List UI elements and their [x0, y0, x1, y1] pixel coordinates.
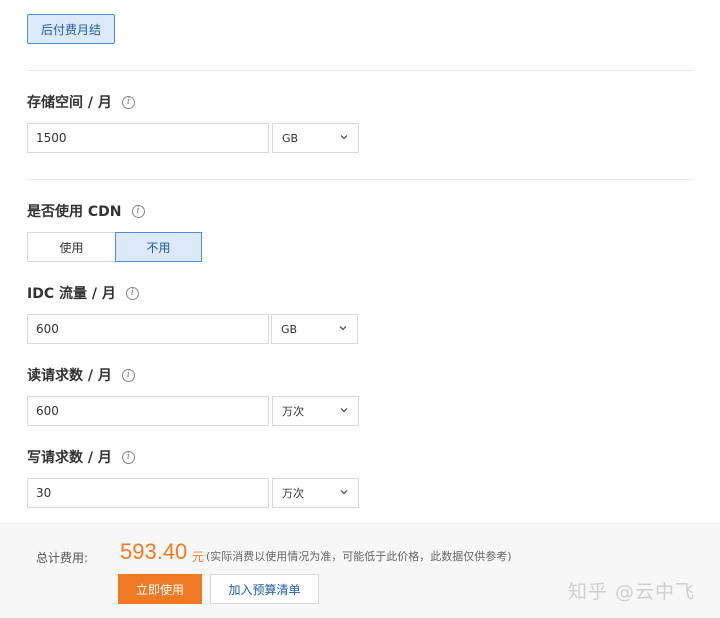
- info-icon[interactable]: i: [125, 286, 139, 300]
- divider: [27, 179, 693, 180]
- info-icon[interactable]: i: [121, 450, 135, 464]
- cdn-label-row: 是否使用 CDN i: [27, 201, 145, 221]
- storage-unit-value: GB: [282, 131, 299, 145]
- cdn-option-not-use[interactable]: 不用: [115, 232, 202, 262]
- watermark: 知乎 @云中飞: [568, 581, 696, 603]
- chevron-down-icon: [340, 408, 348, 413]
- add-to-budget-button[interactable]: 加入预算清单: [210, 574, 319, 604]
- storage-label: 存储空间 / 月: [27, 95, 112, 111]
- write-label-row: 写请求数 / 月 i: [27, 447, 135, 467]
- storage-unit-select[interactable]: GB: [272, 123, 359, 153]
- chevron-down-icon: [340, 490, 348, 495]
- total-price: 593.40: [120, 539, 188, 564]
- storage-input[interactable]: [27, 123, 269, 153]
- price-unit: 元: [192, 550, 205, 564]
- idc-traffic-input[interactable]: [27, 314, 269, 344]
- idc-traffic-label: IDC 流量 / 月: [27, 286, 116, 302]
- total-label: 总计费用:: [36, 551, 89, 565]
- read-label-row: 读请求数 / 月 i: [27, 365, 135, 385]
- billing-mode-button[interactable]: 后付费月结: [27, 14, 115, 44]
- price-note: (实际消费以使用情况为准，可能低于此价格，此数据仅供参考): [206, 550, 512, 563]
- divider: [27, 70, 693, 71]
- write-requests-input[interactable]: [27, 478, 269, 508]
- read-requests-unit-value: 万次: [282, 405, 304, 418]
- idc-traffic-unit-select[interactable]: GB: [271, 314, 358, 344]
- info-icon[interactable]: i: [131, 204, 145, 218]
- storage-label-row: 存储空间 / 月 i: [27, 92, 135, 112]
- read-requests-unit-select[interactable]: 万次: [272, 396, 359, 426]
- info-icon[interactable]: i: [121, 368, 135, 382]
- idc-label-row: IDC 流量 / 月 i: [27, 283, 139, 303]
- read-requests-input[interactable]: [27, 396, 269, 426]
- chevron-down-icon: [339, 326, 347, 331]
- read-requests-label: 读请求数 / 月: [27, 368, 112, 384]
- write-requests-label: 写请求数 / 月: [27, 450, 112, 466]
- write-requests-unit-select[interactable]: 万次: [272, 478, 359, 508]
- info-icon[interactable]: i: [121, 95, 135, 109]
- buy-now-button[interactable]: 立即使用: [118, 574, 202, 604]
- idc-traffic-unit-value: GB: [281, 322, 298, 336]
- write-requests-unit-value: 万次: [282, 487, 304, 500]
- cdn-option-use[interactable]: 使用: [27, 232, 115, 262]
- cdn-label: 是否使用 CDN: [27, 204, 122, 220]
- chevron-down-icon: [340, 135, 348, 140]
